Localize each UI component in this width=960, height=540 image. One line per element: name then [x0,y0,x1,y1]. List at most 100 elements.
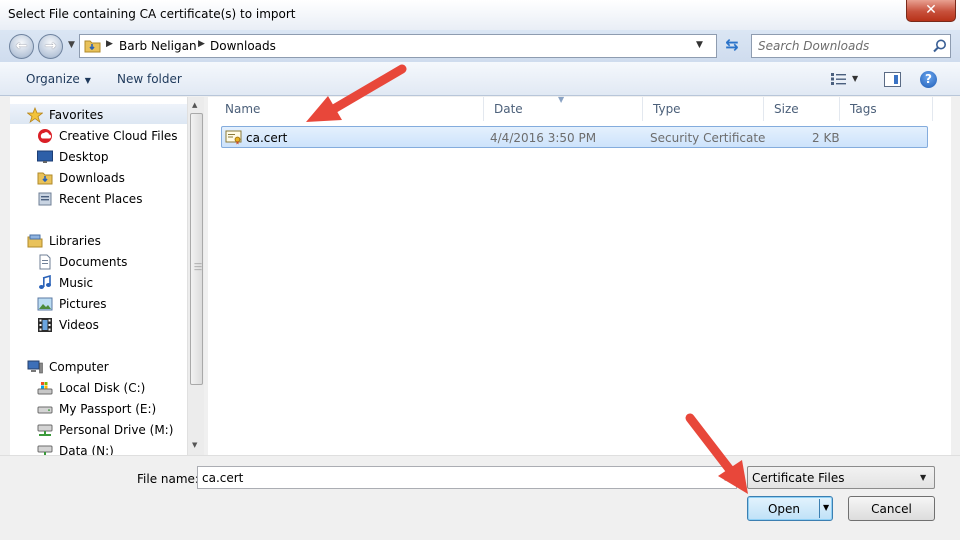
search-box[interactable]: Search Downloads [751,34,951,58]
breadcrumb-separator-icon[interactable]: ▶ [106,39,113,49]
refresh-button[interactable]: ⇆ [720,34,744,58]
file-date-cell: 4/4/2016 3:50 PM [490,131,597,145]
sidebar-item-recent-places[interactable]: Recent Places [10,189,190,209]
nav-group-computer[interactable]: Computer [10,357,190,377]
recent-locations-dropdown-icon[interactable]: ▼ [68,40,75,50]
open-button-label: Open [767,502,801,516]
sidebar-item-label: Documents [59,255,128,269]
sidebar-item-label: Personal Drive (M:) [59,423,174,437]
close-button[interactable]: ✕ [906,0,956,22]
breadcrumb-barb-neligan[interactable]: Barb Neligan [119,39,197,53]
sidebar-item-documents[interactable]: Documents [10,252,190,272]
file-type-value: Certificate Files [752,471,845,485]
sidebar-item-label: Downloads [59,171,125,185]
sidebar-item-music[interactable]: Music [10,273,190,293]
column-header-date[interactable]: Date [485,97,643,121]
sidebar-item-downloads[interactable]: Downloads [10,168,190,188]
file-name-dropdown-icon[interactable]: ▼ [722,473,728,482]
back-arrow-icon: ← [15,38,28,54]
column-header-label: Name [225,102,261,116]
nav-group-label: Computer [49,360,109,374]
breadcrumb-downloads[interactable]: Downloads [210,39,276,53]
column-header-label: Type [653,102,681,116]
organize-button[interactable]: Organize ▼ [26,72,91,86]
downloads-folder-icon [84,40,101,53]
forward-button[interactable]: → [38,34,63,59]
scroll-down-icon[interactable]: ▼ [192,441,197,449]
computer-icon [27,360,43,374]
forward-arrow-icon: → [44,38,57,54]
new-folder-button[interactable]: New folder [117,72,182,86]
sidebar-item-label: Creative Cloud Files [59,129,178,143]
close-icon: ✕ [925,2,937,18]
column-header-size[interactable]: Size [765,97,840,121]
nav-group-libraries[interactable]: Libraries [10,231,190,251]
navigation-pane: Favorites Creative Cloud Files Desktop D… [10,97,204,455]
cancel-button-label: Cancel [871,502,912,516]
file-size-cell: 2 KB [812,131,840,145]
open-button[interactable]: Open ▼ [747,496,833,521]
search-icon[interactable] [932,38,948,54]
sidebar-item-label: My Passport (E:) [59,402,157,416]
desktop-icon [37,150,53,163]
file-name-value: ca.cert [202,471,244,485]
pictures-icon [37,297,53,311]
drive-icon [37,406,53,414]
breadcrumb-separator-icon[interactable]: ▶ [198,39,205,49]
cancel-button[interactable]: Cancel [848,496,935,521]
sidebar-item-label: Local Disk (C:) [59,381,146,395]
change-view-icon[interactable] [830,72,848,86]
sidebar-item-videos[interactable]: Videos [10,315,190,335]
open-options-dropdown-icon[interactable]: ▼ [823,503,829,512]
scrollbar-thumb[interactable]: — — — [190,113,203,385]
certificate-file-icon [225,130,242,145]
downloads-folder-icon [37,172,53,185]
nav-group-favorites[interactable]: Favorites [10,105,190,125]
column-header-name[interactable]: Name [216,97,484,121]
organize-label: Organize [26,72,80,86]
sidebar-item-local-disk-c[interactable]: Local Disk (C:) [10,378,190,398]
sidebar-item-label: Music [59,276,94,290]
sidebar-item-personal-drive-m[interactable]: Personal Drive (M:) [10,420,190,440]
column-header-label: Date [494,102,523,116]
sidebar-item-data-n[interactable]: Data (N:) [10,441,190,455]
scroll-up-icon[interactable]: ▲ [192,101,197,109]
music-icon [39,275,51,289]
creative-cloud-icon [38,129,52,143]
chevron-down-icon: ▼ [920,473,927,482]
search-input[interactable]: Search Downloads [758,39,869,53]
sidebar-item-label: Videos [59,318,99,332]
documents-icon [39,254,51,270]
nav-group-label: Favorites [49,108,104,122]
sidebar-item-desktop[interactable]: Desktop [10,147,190,167]
view-options-dropdown-icon[interactable]: ▼ [852,74,858,83]
sidebar-item-my-passport-e[interactable]: My Passport (E:) [10,399,190,419]
navigation-bar: ← → ▼ ▶ Barb Neligan ▶ Downloads ▼ ⇆ Sea… [0,30,960,62]
libraries-icon [27,234,43,248]
grip-icon: — — — [194,259,202,274]
network-drive-icon [37,445,53,455]
column-header-tags[interactable]: Tags [841,97,933,121]
nav-pane-scrollbar[interactable]: ▲ — — — ▼ [187,97,204,455]
system-drive-icon [37,382,53,395]
file-name-field[interactable]: ca.cert ▼ [197,466,737,489]
nav-group-label: Libraries [49,234,101,248]
dialog-footer: File name: ca.cert ▼ Certificate Files ▼… [0,455,960,540]
chevron-down-icon: ▼ [84,76,91,85]
sidebar-item-label: Pictures [59,297,107,311]
file-name-label: File name: [137,472,199,486]
sidebar-item-creative-cloud-files[interactable]: Creative Cloud Files [10,126,190,146]
star-icon [27,107,43,123]
help-icon[interactable]: ? [920,71,937,88]
column-header-type[interactable]: Type [644,97,764,121]
address-dropdown-icon[interactable]: ▼ [696,40,703,50]
back-button[interactable]: ← [9,34,34,59]
refresh-icon: ⇆ [725,35,739,54]
preview-pane-icon[interactable] [884,72,901,87]
file-type-select[interactable]: Certificate Files ▼ [747,466,935,489]
sidebar-item-pictures[interactable]: Pictures [10,294,190,314]
file-type-cell: Security Certificate [650,131,766,145]
column-header-label: Size [774,102,799,116]
sidebar-item-label: Data (N:) [59,444,114,455]
address-bar[interactable]: ▶ Barb Neligan ▶ Downloads ▼ [79,34,717,58]
